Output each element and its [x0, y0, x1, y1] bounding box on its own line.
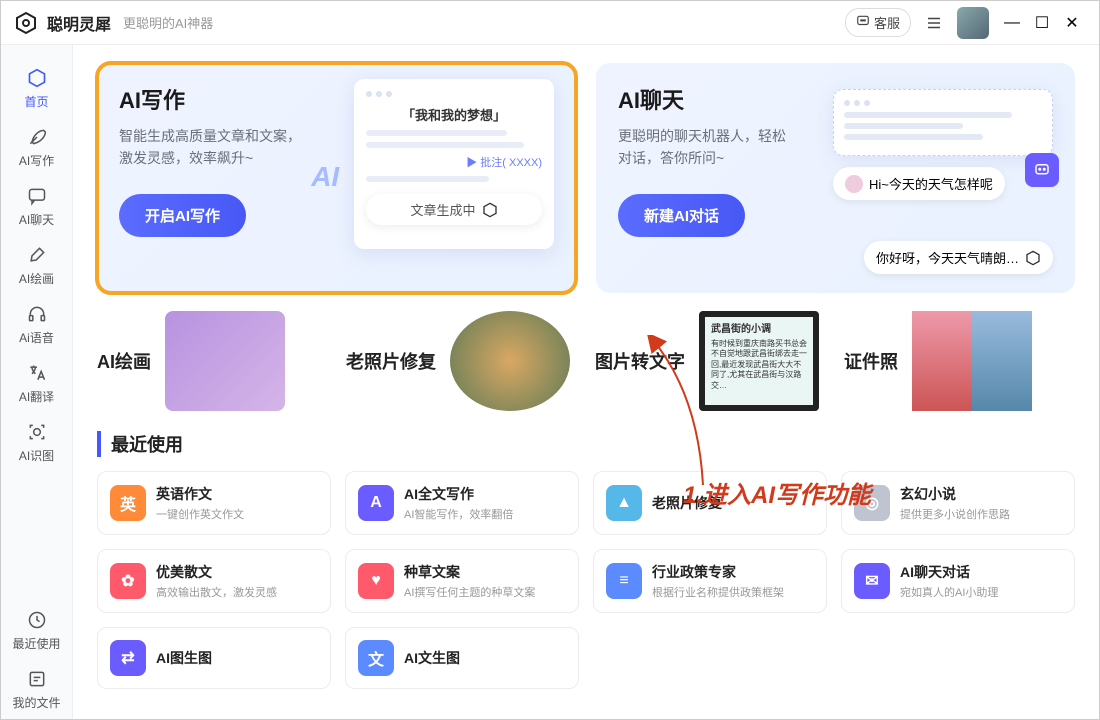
recent-chip-8[interactable]: ⇄ AI图生图	[97, 627, 331, 689]
chip-title: AI文生图	[404, 648, 460, 668]
sidebar-item-translate[interactable]: AI翻译	[1, 354, 72, 413]
chip-title: 英语作文	[156, 484, 244, 504]
chip-sub: AI撰写任何主题的种草文案	[404, 584, 535, 600]
chip-icon: ▲	[606, 485, 642, 521]
headphone-icon	[26, 303, 48, 325]
chat-bubble-2: 你好呀，今天天气晴朗…	[864, 241, 1053, 274]
start-chat-button[interactable]: 新建AI对话	[618, 194, 745, 237]
sidebar-item-voice[interactable]: Ai语音	[1, 295, 72, 354]
hero-write-card[interactable]: AI写作 智能生成高质量文章和文案，激发灵感，效率飙升~ 开启AI写作 AI 「…	[97, 63, 576, 293]
user-avatar[interactable]	[957, 7, 989, 39]
chip-sub: AI智能写作，效率翻倍	[404, 506, 513, 522]
chat-icon	[856, 14, 870, 31]
brush-icon	[26, 244, 48, 266]
recent-chip-7[interactable]: ✉ AI聊天对话 宛如真人的AI小助理	[841, 549, 1075, 613]
chip-title: AI全文写作	[404, 484, 513, 504]
chat-bubble-icon	[26, 185, 48, 207]
recent-chip-6[interactable]: ≡ 行业政策专家 根据行业名称提供政策框架	[593, 549, 827, 613]
chip-icon: ≡	[606, 563, 642, 599]
recent-chip-9[interactable]: 文 AI文生图	[345, 627, 579, 689]
clock-icon	[26, 609, 48, 631]
ocr-thumb: 武昌街的小调 有时候到重庆南路买书总会不自觉地跟武昌街绑去走一回,最近发现武昌街…	[699, 311, 819, 411]
scan-icon	[26, 421, 48, 443]
chip-title: 玄幻小说	[900, 484, 1010, 504]
id-thumb	[912, 311, 1032, 411]
menu-icon[interactable]	[919, 8, 949, 38]
feather-icon	[26, 126, 48, 148]
sidebar-item-files[interactable]: 我的文件	[1, 660, 72, 719]
card-photo-restore[interactable]: 老照片修复	[346, 311, 577, 411]
recent-chip-1[interactable]: A AI全文写作 AI智能写作，效率翻倍	[345, 471, 579, 535]
write-doc-mock: 「我和我的梦想」 ▶ 批注( XXXX) 文章生成中	[354, 79, 554, 249]
folder-icon	[26, 668, 48, 690]
app-title: 聪明灵犀	[47, 11, 111, 35]
chip-icon: A	[358, 485, 394, 521]
chip-title: 优美散文	[156, 562, 277, 582]
chat-bubble-1: Hi~今天的天气怎样呢	[833, 167, 1005, 200]
hero-chat-card[interactable]: AI聊天 更聪明的聊天机器人，轻松对话，答你所问~ 新建AI对话	[596, 63, 1075, 293]
hero-write-title: AI写作	[119, 83, 345, 115]
recent-chip-5[interactable]: ♥ 种草文案 AI撰写任何主题的种草文案	[345, 549, 579, 613]
sidebar-item-recent[interactable]: 最近使用	[1, 601, 72, 660]
hero-chat-title: AI聊天	[618, 83, 844, 115]
titlebar: 聪明灵犀 更聪明的AI神器 客服 — ☐ ✕	[1, 1, 1099, 45]
sidebar-item-chat[interactable]: AI聊天	[1, 177, 72, 236]
chip-sub: 一键创作英文作文	[156, 506, 244, 522]
sidebar-item-home[interactable]: 首页	[1, 59, 72, 118]
chip-icon: 英	[110, 485, 146, 521]
recent-chip-3[interactable]: ◎ 玄幻小说 提供更多小说创作思路	[841, 471, 1075, 535]
recent-section-title: 最近使用	[97, 431, 1075, 457]
app-logo-icon	[13, 10, 39, 36]
draw-thumb	[165, 311, 285, 411]
chip-sub: 高效输出散文，激发灵感	[156, 584, 277, 600]
support-button[interactable]: 客服	[845, 8, 911, 37]
start-write-button[interactable]: 开启AI写作	[119, 194, 246, 237]
chat-mock	[833, 89, 1053, 156]
home-icon	[26, 67, 48, 89]
chip-sub: 根据行业名称提供政策框架	[652, 584, 784, 600]
recent-chip-4[interactable]: ✿ 优美散文 高效输出散文，激发灵感	[97, 549, 331, 613]
card-id-photo[interactable]: 证件照	[844, 311, 1075, 411]
chat-assist-icon	[1025, 153, 1059, 187]
avatar-icon	[845, 175, 863, 193]
annotation-text: 1.进入AI写作功能	[683, 475, 871, 510]
chip-title: 种草文案	[404, 562, 535, 582]
restore-thumb	[450, 311, 570, 411]
recent-chip-0[interactable]: 英 英语作文 一键创作英文作文	[97, 471, 331, 535]
chip-icon: ♥	[358, 563, 394, 599]
chip-title: AI图生图	[156, 648, 212, 668]
translate-icon	[26, 362, 48, 384]
close-button[interactable]: ✕	[1057, 8, 1087, 38]
sidebar-item-ocr[interactable]: AI识图	[1, 413, 72, 472]
ai-badge: AI	[311, 161, 339, 193]
sidebar-item-write[interactable]: AI写作	[1, 118, 72, 177]
chip-title: 行业政策专家	[652, 562, 784, 582]
chip-title: AI聊天对话	[900, 562, 998, 582]
chip-icon: ✿	[110, 563, 146, 599]
chip-icon: 文	[358, 640, 394, 676]
chip-sub: 提供更多小说创作思路	[900, 506, 1010, 522]
sidebar-item-draw[interactable]: AI绘画	[1, 236, 72, 295]
app-subtitle: 更聪明的AI神器	[123, 13, 213, 32]
maximize-button[interactable]: ☐	[1027, 8, 1057, 38]
chip-icon: ✉	[854, 563, 890, 599]
card-ai-draw[interactable]: AI绘画	[97, 311, 328, 411]
hero-chat-desc: 更聪明的聊天机器人，轻松对话，答你所问~	[618, 125, 844, 170]
chip-icon: ⇄	[110, 640, 146, 676]
sidebar: 首页 AI写作 AI聊天 AI绘画 Ai语音 AI翻译	[1, 45, 73, 719]
card-ocr[interactable]: 图片转文字 武昌街的小调 有时候到重庆南路买书总会不自觉地跟武昌街绑去走一回,最…	[595, 311, 826, 411]
minimize-button[interactable]: —	[997, 8, 1027, 38]
chip-sub: 宛如真人的AI小助理	[900, 584, 998, 600]
